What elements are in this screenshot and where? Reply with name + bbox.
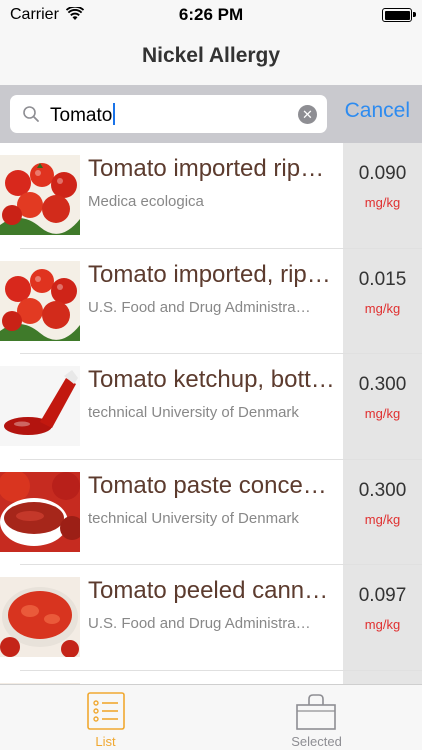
nickel-value-cell: [343, 670, 422, 684]
cancel-button[interactable]: Cancel: [345, 99, 410, 123]
status-bar: Carrier 6:26 PM: [0, 0, 422, 30]
fresh-tomatoes-image: [0, 155, 80, 235]
peeled-tomatoes-image: [0, 577, 80, 657]
nickel-value-cell: 0.090 mg/kg: [343, 143, 422, 249]
nickel-value-cell: 0.015 mg/kg: [343, 248, 422, 354]
nickel-value-cell: 0.097 mg/kg: [343, 565, 422, 671]
item-name: Tomato imported rip…: [88, 155, 325, 182]
list-item[interactable]: Tomato ketchup, bott… technical Universi…: [0, 354, 422, 460]
item-name: Tomato paste conce…: [88, 471, 327, 499]
clear-search-icon[interactable]: ✕: [298, 105, 317, 124]
list-item[interactable]: Tomato imported rip… Medica ecologica 0.…: [0, 143, 422, 249]
item-source: technical University of Denmark: [88, 404, 299, 421]
tab-bar: List Selected: [0, 684, 422, 750]
navigation-bar: Nickel Allergy: [0, 30, 422, 85]
basket-icon: [296, 694, 336, 730]
nickel-value: 0.097: [358, 585, 407, 606]
list-item[interactable]: Tomato imported, rip… U.S. Food and Drug…: [0, 248, 422, 354]
nickel-unit: mg/kg: [364, 617, 401, 632]
tab-list-label: List: [95, 734, 116, 749]
fresh-tomatoes-image: [0, 260, 80, 341]
battery-icon: [382, 8, 416, 22]
tab-list[interactable]: List: [0, 685, 211, 750]
item-source: U.S. Food and Drug Administra…: [88, 298, 311, 316]
list-item[interactable]: Tomato paste conce… technical University…: [0, 459, 422, 565]
results-list: Tomato imported rip… Medica ecologica 0.…: [0, 143, 422, 684]
search-icon: [23, 106, 39, 122]
nickel-value-cell: 0.300 mg/kg: [343, 459, 422, 565]
item-source: Medica ecologica: [88, 193, 204, 210]
text-cursor: [113, 103, 116, 125]
tab-selected-label: Selected: [291, 734, 342, 749]
nickel-unit: mg/kg: [364, 195, 401, 210]
nickel-unit: mg/kg: [364, 406, 401, 421]
item-name: Tomato imported, rip…: [88, 260, 331, 288]
nickel-value: 0.300: [358, 479, 407, 501]
nickel-value: 0.300: [358, 374, 407, 395]
search-input[interactable]: Tomato ✕: [10, 95, 327, 133]
list-icon: [87, 692, 125, 730]
item-source: technical University of Denmark: [88, 509, 299, 527]
nickel-unit: mg/kg: [364, 511, 401, 527]
nickel-value: 0.015: [358, 268, 407, 290]
search-input-value: Tomato: [50, 103, 116, 127]
item-name: Tomato peeled cann…: [88, 577, 329, 604]
item-name: Tomato ketchup, bott…: [88, 366, 335, 393]
nickel-value-cell: 0.300 mg/kg: [343, 354, 422, 460]
nickel-value: 0.090: [358, 163, 407, 184]
list-item-partial[interactable]: [0, 670, 422, 684]
tomato-paste-image: [0, 471, 80, 552]
status-time: 6:26 PM: [178, 5, 244, 24]
list-item[interactable]: Tomato peeled cann… U.S. Food and Drug A…: [0, 565, 422, 671]
ketchup-image: [0, 366, 80, 446]
page-title: Nickel Allergy: [141, 44, 281, 67]
item-source: U.S. Food and Drug Administra…: [88, 615, 311, 632]
nickel-unit: mg/kg: [364, 300, 401, 316]
tab-selected[interactable]: Selected: [211, 685, 422, 750]
search-bar: Tomato ✕ Cancel: [0, 85, 422, 143]
